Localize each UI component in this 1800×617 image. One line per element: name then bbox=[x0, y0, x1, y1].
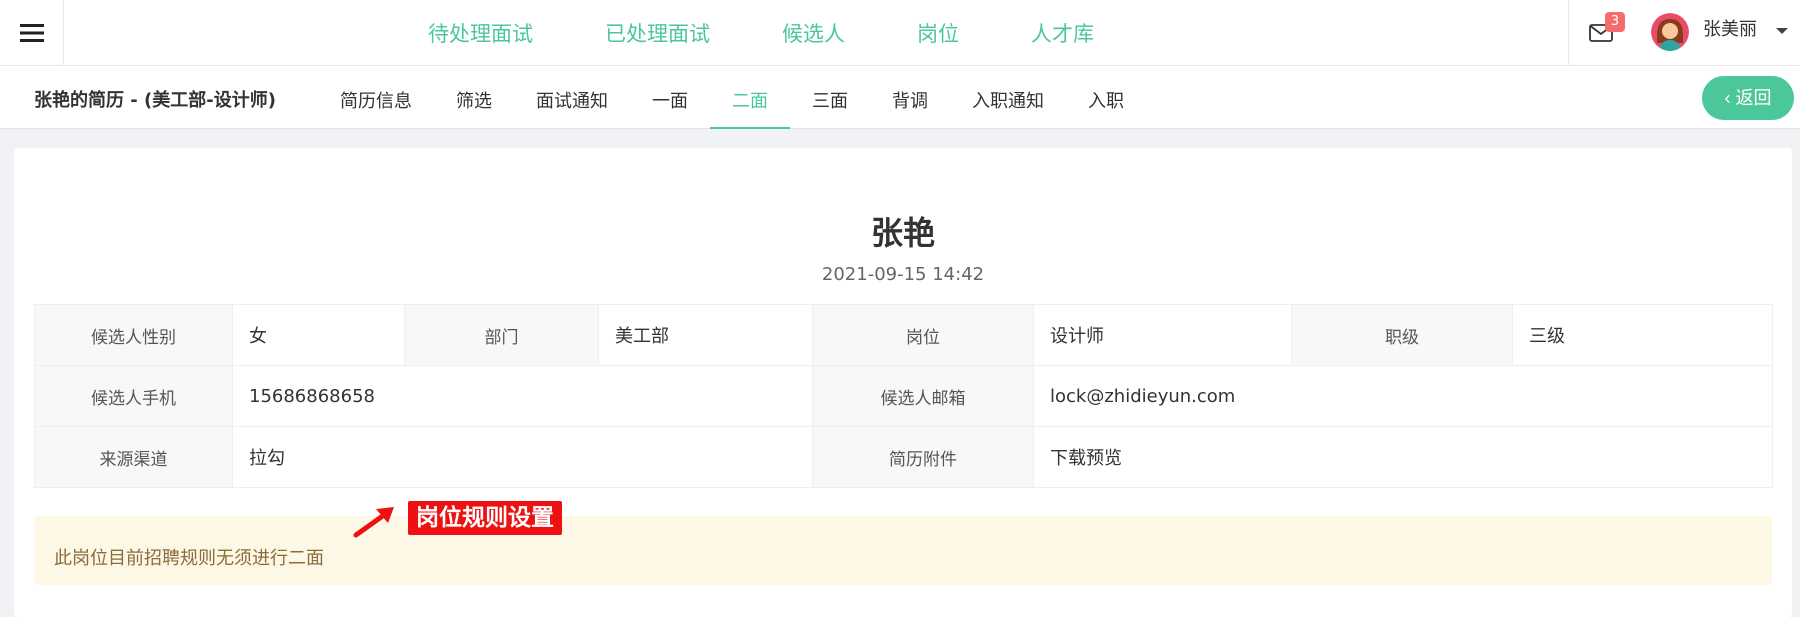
back-button-label: 返回 bbox=[1735, 88, 1772, 108]
mail-count-badge: 3 bbox=[1605, 12, 1625, 32]
tab-resume-info[interactable]: 简历信息 bbox=[318, 66, 434, 129]
table-row: 候选人性别 女 部门 美工部 岗位 设计师 职级 三级 bbox=[34, 304, 1773, 366]
source-label: 来源渠道 bbox=[34, 426, 233, 488]
level-value: 三级 bbox=[1512, 304, 1773, 366]
phone-label: 候选人手机 bbox=[34, 365, 233, 427]
annotation-label: 岗位规则设置 bbox=[408, 501, 562, 535]
email-label: 候选人邮箱 bbox=[812, 365, 1034, 427]
nav-pending-interviews[interactable]: 待处理面试 bbox=[428, 18, 533, 48]
tab-second-interview[interactable]: 二面 bbox=[710, 66, 790, 129]
candidate-timestamp: 2021-09-15 14:42 bbox=[821, 264, 985, 285]
tab-background-check[interactable]: 背调 bbox=[870, 66, 950, 129]
level-label: 职级 bbox=[1291, 304, 1513, 366]
chevron-left-icon: ‹ bbox=[1724, 88, 1736, 108]
tab-third-interview[interactable]: 三面 bbox=[790, 66, 870, 129]
tab-interview-notice[interactable]: 面试通知 bbox=[514, 66, 630, 129]
gender-value: 女 bbox=[232, 304, 405, 366]
table-row: 来源渠道 拉勾 简历附件 下载预览 bbox=[34, 426, 1773, 488]
resume-subnav: 张艳的简历 - (美工部-设计师) 简历信息 筛选 面试通知 一面 二面 三面 … bbox=[0, 66, 1800, 129]
dept-value: 美工部 bbox=[598, 304, 813, 366]
phone-value: 15686868658 bbox=[232, 365, 813, 427]
tab-onboarding[interactable]: 入职 bbox=[1066, 66, 1146, 129]
email-value: lock@zhidieyun.com bbox=[1033, 365, 1773, 427]
user-area: 3 张美丽 bbox=[1568, 0, 1800, 66]
position-label: 岗位 bbox=[812, 304, 1034, 366]
resume-title: 张艳的简历 - (美工部-设计师) bbox=[34, 90, 276, 111]
rule-notice: 此岗位目前招聘规则无须进行二面 bbox=[34, 516, 1772, 585]
candidate-info-table: 候选人性别 女 部门 美工部 岗位 设计师 职级 三级 候选人手机 156868… bbox=[34, 304, 1773, 488]
chevron-down-icon[interactable] bbox=[1776, 28, 1788, 34]
nav-processed-interviews[interactable]: 已处理面试 bbox=[605, 18, 710, 48]
arrow-icon bbox=[353, 507, 394, 538]
avatar[interactable] bbox=[1651, 13, 1689, 51]
tab-screening[interactable]: 筛选 bbox=[434, 66, 514, 129]
candidate-name: 张艳 bbox=[870, 214, 935, 252]
dept-label: 部门 bbox=[404, 304, 599, 366]
download-preview-link[interactable]: 下载预览 bbox=[1050, 448, 1122, 469]
top-navbar: 待处理面试 已处理面试 候选人 岗位 人才库 3 张美丽 bbox=[0, 0, 1800, 66]
interview-card: 张艳 2021-09-15 14:42 候选人性别 女 部门 美工部 岗位 设计… bbox=[14, 148, 1792, 617]
menu-icon[interactable] bbox=[0, 0, 64, 66]
user-name[interactable]: 张美丽 bbox=[1703, 0, 1757, 60]
nav-positions[interactable]: 岗位 bbox=[917, 18, 959, 48]
resume-tabs: 简历信息 筛选 面试通知 一面 二面 三面 背调 入职通知 入职 bbox=[318, 66, 1146, 129]
position-value: 设计师 bbox=[1033, 304, 1292, 366]
nav-talent-pool[interactable]: 人才库 bbox=[1031, 18, 1094, 48]
back-button[interactable]: ‹ 返回 bbox=[1702, 76, 1794, 120]
table-row: 候选人手机 15686868658 候选人邮箱 lock@zhidieyun.c… bbox=[34, 365, 1773, 427]
main-nav: 待处理面试 已处理面试 候选人 岗位 人才库 bbox=[428, 0, 1094, 66]
tab-first-interview[interactable]: 一面 bbox=[630, 66, 710, 129]
nav-candidates[interactable]: 候选人 bbox=[782, 18, 845, 48]
tab-onboarding-notice[interactable]: 入职通知 bbox=[950, 66, 1066, 129]
source-value: 拉勾 bbox=[232, 426, 813, 488]
gender-label: 候选人性别 bbox=[34, 304, 233, 366]
attachment-label: 简历附件 bbox=[812, 426, 1034, 488]
